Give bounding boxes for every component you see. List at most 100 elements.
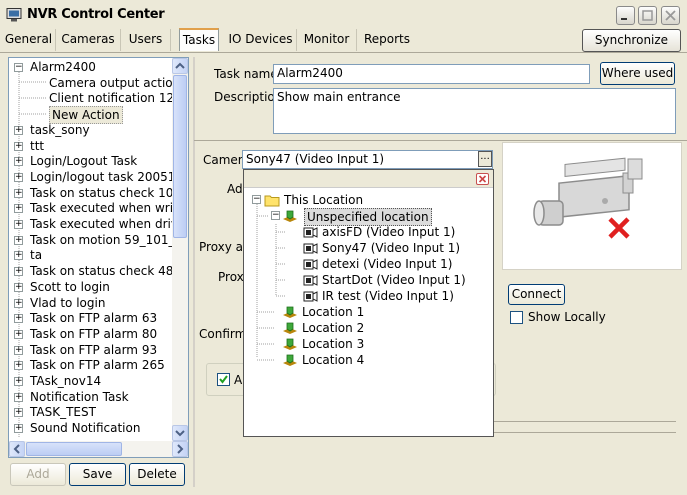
tree-item-label: ttt [30,138,45,153]
location-picker-popup[interactable]: − − This Location Unspecified location a… [243,169,494,437]
checkmark-icon [219,375,228,384]
camera-item-label: detexi (Video Input 1) [322,257,453,271]
expand-toggle[interactable]: + [14,251,23,261]
task-name-field[interactable]: Alarm2400 [273,64,590,84]
tree-item-label: Notification Task [30,389,129,404]
camera-icon [303,275,318,286]
separator-line-2 [494,432,676,433]
expand-toggle[interactable]: + [14,424,23,434]
separator-line [494,421,676,422]
tree-item-label: TAsk_nov14 [30,374,102,388]
root-collapse-toggle[interactable]: − [252,195,261,204]
expand-toggle[interactable]: + [14,345,23,355]
tree-item-label: Task on FTP alarm 80 [30,326,158,341]
description-field[interactable]: Show main entrance [273,88,676,134]
expand-toggle[interactable]: + [14,125,23,135]
tab-cameras[interactable]: Cameras [56,29,121,51]
tree-item-label: Client notification 127.0.0. [49,91,188,106]
maximize-icon [642,10,653,21]
folder-icon [264,195,280,207]
horizontal-scroll-thumb[interactable] [26,442,122,456]
tree-item-label: Login/Logout Task [30,154,138,169]
expand-toggle[interactable]: + [14,267,23,277]
add-button[interactable]: Add [10,463,66,486]
tree-item-label: Task on FTP alarm 265 [30,358,165,373]
camera-icon [303,291,318,302]
expand-toggle[interactable]: + [14,157,23,167]
app-window: NVR Control Center General Cameras Users… [0,0,687,495]
tree-item-label: Alarm2400 [30,60,96,74]
close-button[interactable] [661,6,680,25]
expand-toggle[interactable]: + [14,408,23,418]
show-locally-checkbox[interactable] [510,311,523,324]
location-pin-icon [283,338,297,350]
chevron-right-icon [177,444,184,454]
collapse-toggle[interactable]: − [14,63,23,72]
option-checkbox[interactable] [217,373,230,386]
option-checkbox-label: A [234,373,243,387]
scroll-left-button[interactable] [9,441,25,457]
expand-toggle[interactable]: + [14,392,23,402]
minimize-icon [621,18,627,20]
expand-toggle[interactable]: + [14,282,23,292]
expand-toggle[interactable]: + [14,188,23,198]
expand-toggle[interactable]: + [14,220,23,229]
expand-toggle[interactable]: + [14,204,23,214]
expand-toggle[interactable]: + [14,377,23,386]
expand-toggle[interactable]: + [14,298,23,308]
location-pin-icon [283,322,297,334]
tree-item-label: Vlad to login [30,295,106,310]
expand-toggle[interactable]: + [14,172,23,182]
chevron-down-icon [175,430,185,437]
tab-general[interactable]: General [2,29,56,51]
show-locally-label: Show Locally [528,310,606,324]
camera-item-label: Sony47 (Video Input 1) [322,241,461,255]
expand-toggle[interactable]: + [14,361,23,371]
chevron-left-icon [13,444,20,454]
minimize-button[interactable] [616,6,635,25]
expand-toggle[interactable]: + [14,329,23,339]
where-used-button[interactable]: Where used [600,62,675,85]
chevron-up-icon [175,62,185,69]
location-pin-icon [283,354,297,366]
tab-tasks[interactable]: Tasks [179,28,219,51]
tree-horizontal-scrollbar[interactable] [8,441,189,458]
expand-toggle[interactable]: + [14,314,23,324]
tab-users[interactable]: Users [121,29,171,51]
tree-item-label: Camera output action [sor [49,75,188,90]
unspecified-collapse-toggle[interactable]: − [271,211,280,220]
location-item-label: Location 3 [302,337,365,351]
task-name-label: Task name: [214,67,282,81]
camera-browse-button[interactable]: ... [478,151,492,167]
maximize-button[interactable] [638,6,657,25]
delete-button[interactable]: Delete [129,463,185,486]
scroll-up-button[interactable] [172,58,188,74]
tree-item-label: Task executed when writing e [30,201,188,216]
location-pin-icon [283,306,297,318]
tab-monitor[interactable]: Monitor [297,29,357,51]
scroll-right-button[interactable] [172,441,188,457]
location-pin-icon [283,210,297,222]
tree-item-label: Sound Notification [30,421,141,436]
task-tree[interactable]: −Alarm2400Camera output action [sorClien… [8,57,189,442]
save-button[interactable]: Save [69,463,126,486]
address-label: Ad [227,182,243,196]
connect-button[interactable]: Connect [508,284,565,305]
scroll-thumb[interactable] [173,75,187,238]
tab-io-devices[interactable]: IO Devices [225,29,297,51]
camera-icon [303,243,318,254]
app-monitor-icon [6,8,22,22]
tree-item-label: TASK_TEST [30,405,96,420]
expand-toggle[interactable]: + [14,235,23,245]
expand-toggle[interactable]: + [14,141,23,151]
location-root-label: This Location [284,193,364,207]
camera-icon [303,259,318,270]
synchronize-button[interactable]: Synchronize [582,29,681,52]
camera-item-label: IR test (Video Input 1) [322,289,454,303]
camera-item-label: axisFD (Video Input 1) [322,225,456,239]
tab-reports[interactable]: Reports [357,29,417,51]
camera-select[interactable]: Sony47 (Video Input 1) [242,150,493,169]
scroll-down-button[interactable] [172,425,188,441]
tree-vertical-scrollbar[interactable] [172,58,188,441]
tree-item-label: Task on motion 59_101_4 [30,232,183,247]
